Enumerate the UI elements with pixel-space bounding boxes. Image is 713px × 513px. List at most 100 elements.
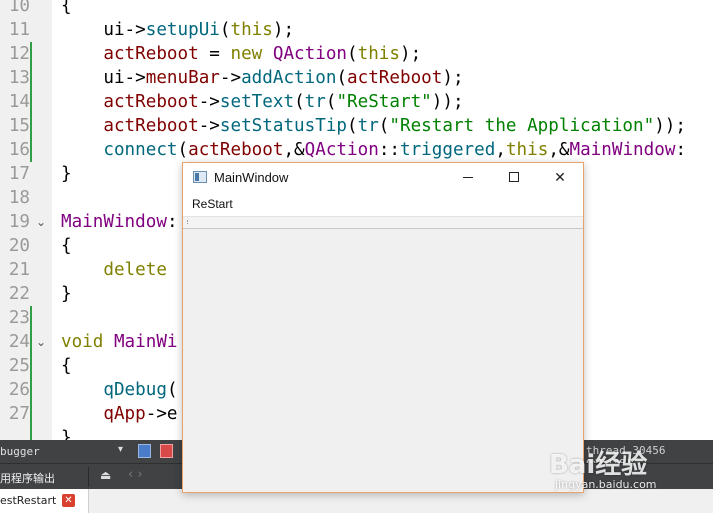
code-text: connect(actReboot,&QAction::triggered,th… — [61, 138, 686, 162]
line-number: 10 — [8, 0, 30, 16]
code-token: tr — [357, 116, 379, 136]
code-line[interactable]: 16 connect(actReboot,&QAction::triggered… — [0, 138, 713, 162]
dropdown-arrow-icon[interactable]: ▾ — [118, 444, 123, 455]
breakpoint-icon[interactable] — [160, 444, 173, 458]
code-token: )); — [431, 92, 464, 112]
line-number: 18 — [8, 188, 30, 208]
code-token: setText — [219, 92, 295, 112]
application-output-title: 用程序输出 — [0, 472, 55, 485]
code-token: addAction — [241, 68, 337, 88]
code-line[interactable]: 11 ui->setupUi(this); — [0, 18, 713, 42]
code-text: { — [61, 234, 72, 258]
minimize-button[interactable] — [445, 163, 491, 192]
code-token: = — [198, 44, 231, 64]
code-token: actReboot — [188, 140, 284, 160]
fold-toggle-icon[interactable]: ⌄ — [36, 210, 46, 234]
change-marker — [30, 138, 32, 162]
code-text: } — [61, 426, 72, 440]
code-text: ui->setupUi(this); — [61, 18, 294, 42]
code-token: "ReStart" — [336, 92, 432, 112]
toolbar-grip-handle[interactable] — [187, 220, 191, 224]
code-text: { — [61, 0, 72, 18]
watermark-url: jingyan.baidu.com — [555, 478, 657, 491]
line-number: 20 — [8, 236, 30, 256]
line-number: 27 — [8, 404, 30, 424]
code-token: actReboot — [103, 116, 199, 136]
code-token: this — [505, 140, 549, 160]
code-token: actReboot — [347, 68, 443, 88]
line-number: 25 — [8, 356, 30, 376]
main-window[interactable]: MainWindow ✕ ReStart — [182, 162, 584, 493]
fold-toggle-icon[interactable]: ⌄ — [36, 330, 46, 354]
code-text: } — [61, 162, 72, 186]
window-title: MainWindow — [214, 170, 289, 185]
line-number: 22 — [8, 284, 30, 304]
code-line[interactable]: 10 { — [0, 0, 713, 18]
code-token: )); — [654, 116, 686, 136]
code-line[interactable]: 12 actReboot = new QAction(this); — [0, 42, 713, 66]
code-token: ); — [442, 68, 464, 88]
change-marker — [30, 330, 32, 354]
code-text: qApp->e — [61, 402, 177, 426]
code-token: qApp — [103, 404, 146, 424]
menu-bar: ReStart — [183, 192, 583, 217]
maximize-icon — [509, 172, 519, 182]
code-token: -> — [219, 68, 242, 88]
close-tab-icon[interactable]: ✕ — [62, 494, 75, 507]
line-number: 17 — [8, 164, 30, 184]
tab-label: estRestart — [0, 494, 57, 507]
code-token: QAction — [272, 44, 348, 64]
app-window-icon — [193, 171, 207, 183]
stack-view-icon[interactable] — [138, 444, 151, 458]
code-token: menuBar — [145, 68, 220, 88]
code-line[interactable]: 15 actReboot->setStatusTip(tr("Restart t… — [0, 114, 713, 138]
code-text: } — [61, 282, 72, 306]
line-number: 13 — [8, 68, 30, 88]
code-line[interactable]: 13 ui->menuBar->addAction(actReboot); — [0, 66, 713, 90]
line-number: 12 — [8, 44, 30, 64]
close-button[interactable]: ✕ — [537, 163, 583, 192]
code-token: { — [61, 356, 72, 376]
window-titlebar[interactable]: MainWindow ✕ — [183, 163, 583, 192]
code-token: } — [61, 428, 72, 440]
code-line[interactable]: 14 actReboot->setText(tr("ReStart")); — [0, 90, 713, 114]
code-token: ( — [219, 20, 231, 40]
line-number: 11 — [8, 20, 30, 40]
change-marker — [30, 354, 32, 378]
code-token: ( — [347, 44, 358, 64]
code-token: } — [61, 164, 72, 184]
code-token: connect — [103, 140, 178, 160]
tab-testrestart[interactable]: estRestart ✕ — [0, 489, 89, 513]
central-widget — [183, 229, 583, 492]
code-text: delete — [61, 258, 167, 282]
menu-item-restart[interactable]: ReStart — [192, 197, 233, 211]
debugger-selector-label[interactable]: bugger — [0, 445, 40, 458]
baidu-watermark: Bai经验 jingyan.baidu.com — [545, 440, 713, 500]
code-token: qDebug — [103, 380, 167, 400]
code-token: setupUi — [145, 20, 220, 40]
code-token: ( — [378, 116, 390, 136]
code-token: MainWindow — [569, 140, 676, 160]
code-token: MainWi — [113, 332, 178, 352]
code-token: } — [61, 284, 72, 304]
code-token: MainWindow — [61, 212, 167, 232]
code-text: { — [61, 354, 72, 378]
line-number: 24 — [8, 332, 30, 352]
code-token: :: — [378, 140, 400, 160]
maximize-button[interactable] — [491, 163, 537, 192]
output-navigation-arrows[interactable]: ‹ › — [128, 467, 143, 482]
line-number: 23 — [8, 308, 30, 328]
code-token: { — [61, 236, 72, 256]
code-text: actReboot = new QAction(this); — [61, 42, 421, 66]
change-marker — [30, 378, 32, 402]
code-token: "Restart the Application" — [389, 116, 655, 136]
attach-output-icon[interactable]: ⏏ — [100, 468, 111, 482]
code-token: , — [495, 140, 506, 160]
main-toolbar — [183, 217, 583, 229]
code-token: : — [675, 140, 687, 160]
